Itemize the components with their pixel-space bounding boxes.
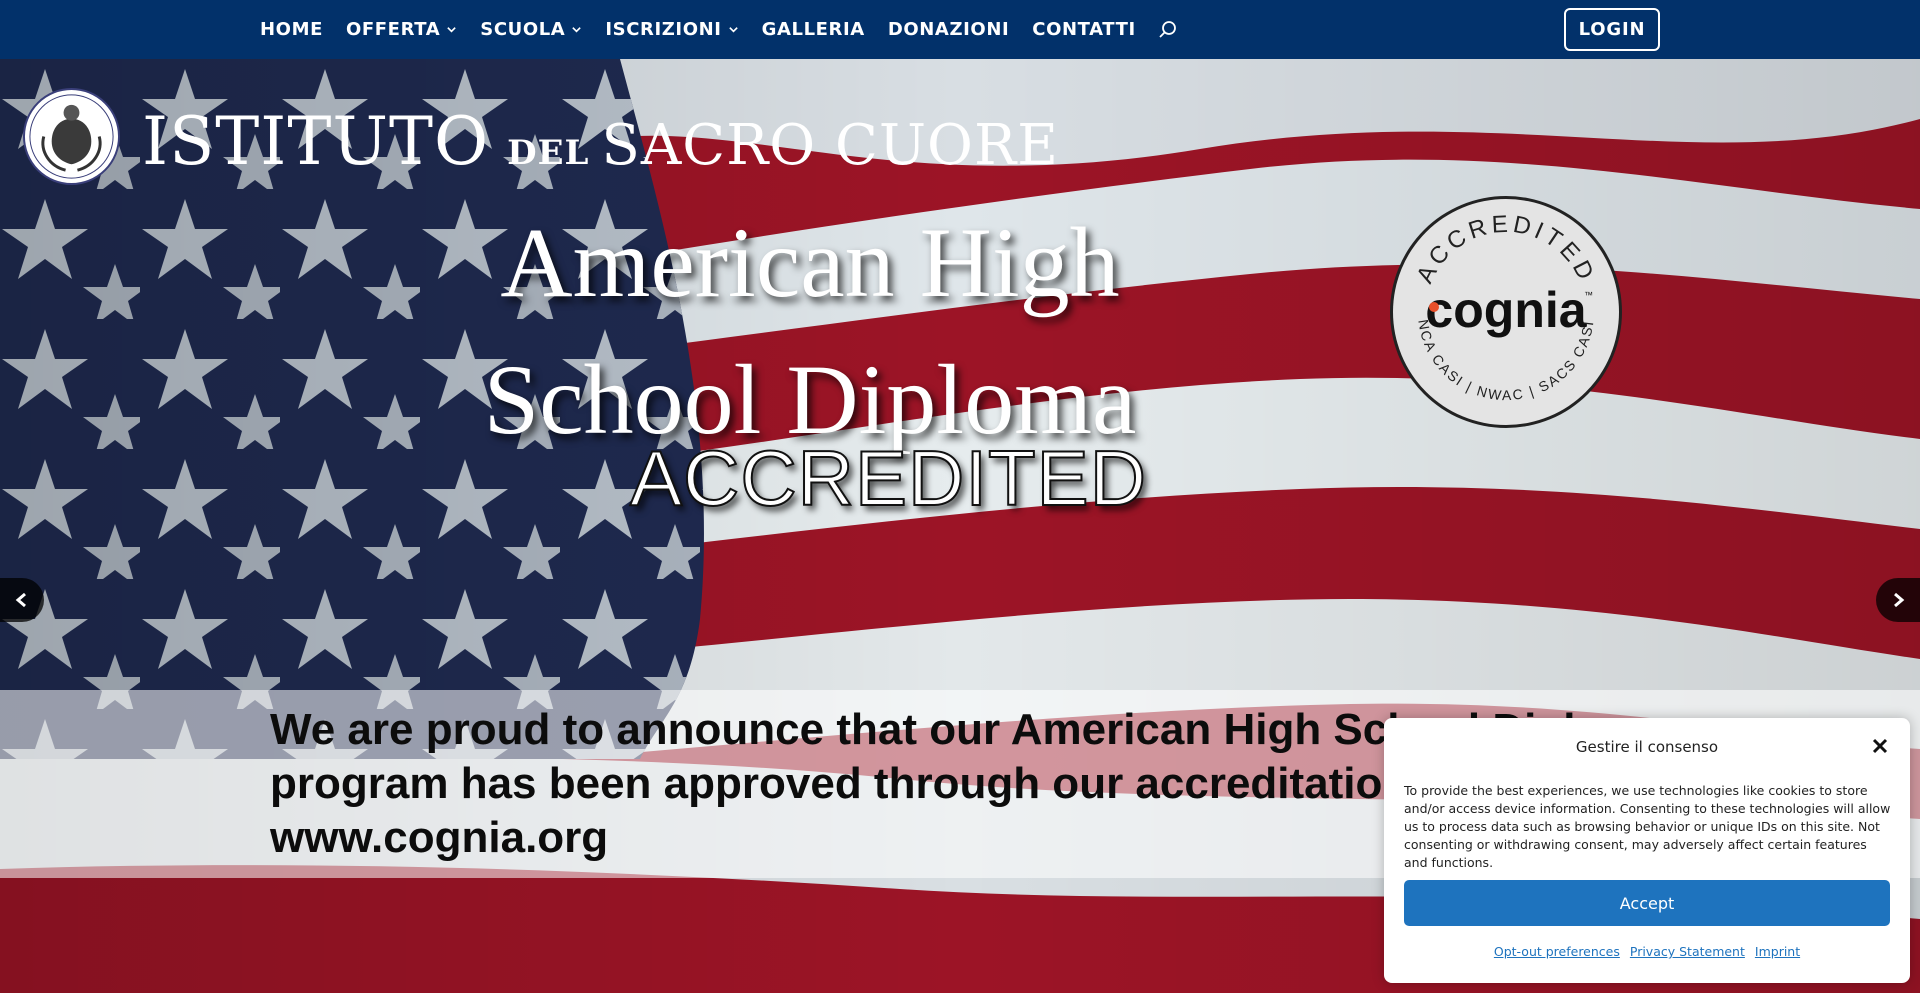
chevron-down-icon bbox=[572, 27, 582, 33]
seal-brand: cognia bbox=[1425, 282, 1587, 338]
nav-item-label: SCUOLA bbox=[480, 19, 566, 40]
chevron-down-icon bbox=[447, 27, 457, 33]
slider-prev-button[interactable] bbox=[0, 578, 44, 622]
nav-item-label: GALLERIA bbox=[761, 19, 865, 40]
accept-button[interactable]: Accept bbox=[1404, 880, 1890, 926]
nav-item-label: OFFERTA bbox=[345, 19, 441, 40]
brand-word-sacro-cuore: SACRO CUORE bbox=[601, 113, 1059, 178]
close-icon[interactable] bbox=[1870, 736, 1890, 756]
brand-word-istituto: ISTITUTO bbox=[142, 103, 490, 180]
nav-item-label: CONTATTI bbox=[1032, 19, 1136, 40]
chevron-left-icon bbox=[15, 592, 26, 608]
search-icon[interactable] bbox=[1157, 19, 1179, 41]
nav-item-label: HOME bbox=[260, 19, 323, 40]
consent-body: To provide the best experiences, we use … bbox=[1404, 783, 1891, 870]
nav-item-contatti[interactable]: CONTATTI bbox=[1032, 19, 1135, 40]
nav-item-scuola[interactable]: SCUOLA bbox=[480, 19, 582, 40]
privacy-statement-link[interactable]: Privacy Statement bbox=[1630, 944, 1745, 959]
chevron-down-icon bbox=[728, 27, 738, 33]
nav-item-iscrizioni[interactable]: ISCRIZIONI bbox=[605, 19, 738, 40]
nav-item-galleria[interactable]: GALLERIA bbox=[762, 19, 865, 40]
hero-title-line-1: American High bbox=[500, 207, 1120, 318]
hero-subtitle: ACCREDITED bbox=[629, 434, 1148, 522]
slider-next-button[interactable] bbox=[1876, 578, 1920, 622]
seal-trademark: ™ bbox=[1584, 290, 1593, 300]
brand-word-del: DEL bbox=[507, 133, 590, 173]
main-menu: HOME OFFERTA SCUOLA ISCRIZIONI GALLERIA … bbox=[260, 0, 1179, 59]
nav-item-label: ISCRIZIONI bbox=[605, 19, 722, 40]
nav-item-offerta[interactable]: OFFERTA bbox=[346, 19, 457, 40]
cognia-accreditation-seal: ACCREDITED cognia ™ NCA CASI | NWAC | SA… bbox=[1390, 196, 1622, 428]
nav-item-donazioni[interactable]: DONAZIONI bbox=[888, 19, 1009, 40]
consent-links: Opt-out preferences Privacy Statement Im… bbox=[1384, 944, 1910, 959]
top-navbar: HOME OFFERTA SCUOLA ISCRIZIONI GALLERIA … bbox=[0, 0, 1920, 59]
nav-item-home[interactable]: HOME bbox=[260, 19, 323, 40]
school-name: ISTITUTO DEL SACRO CUORE bbox=[142, 103, 1059, 180]
imprint-link[interactable]: Imprint bbox=[1755, 944, 1800, 959]
school-logo[interactable] bbox=[22, 87, 121, 186]
opt-out-preferences-link[interactable]: Opt-out preferences bbox=[1494, 944, 1620, 959]
consent-title: Gestire il consenso bbox=[1575, 738, 1719, 756]
seal-brand-dot bbox=[1429, 302, 1439, 312]
cookie-consent-dialog: Gestire il consenso To provide the best … bbox=[1384, 718, 1910, 983]
hero-title: American High School Diploma bbox=[440, 194, 1180, 468]
nav-item-label: DONAZIONI bbox=[887, 19, 1010, 40]
chevron-right-icon bbox=[1894, 592, 1905, 608]
login-button[interactable]: LOGIN bbox=[1564, 8, 1660, 51]
